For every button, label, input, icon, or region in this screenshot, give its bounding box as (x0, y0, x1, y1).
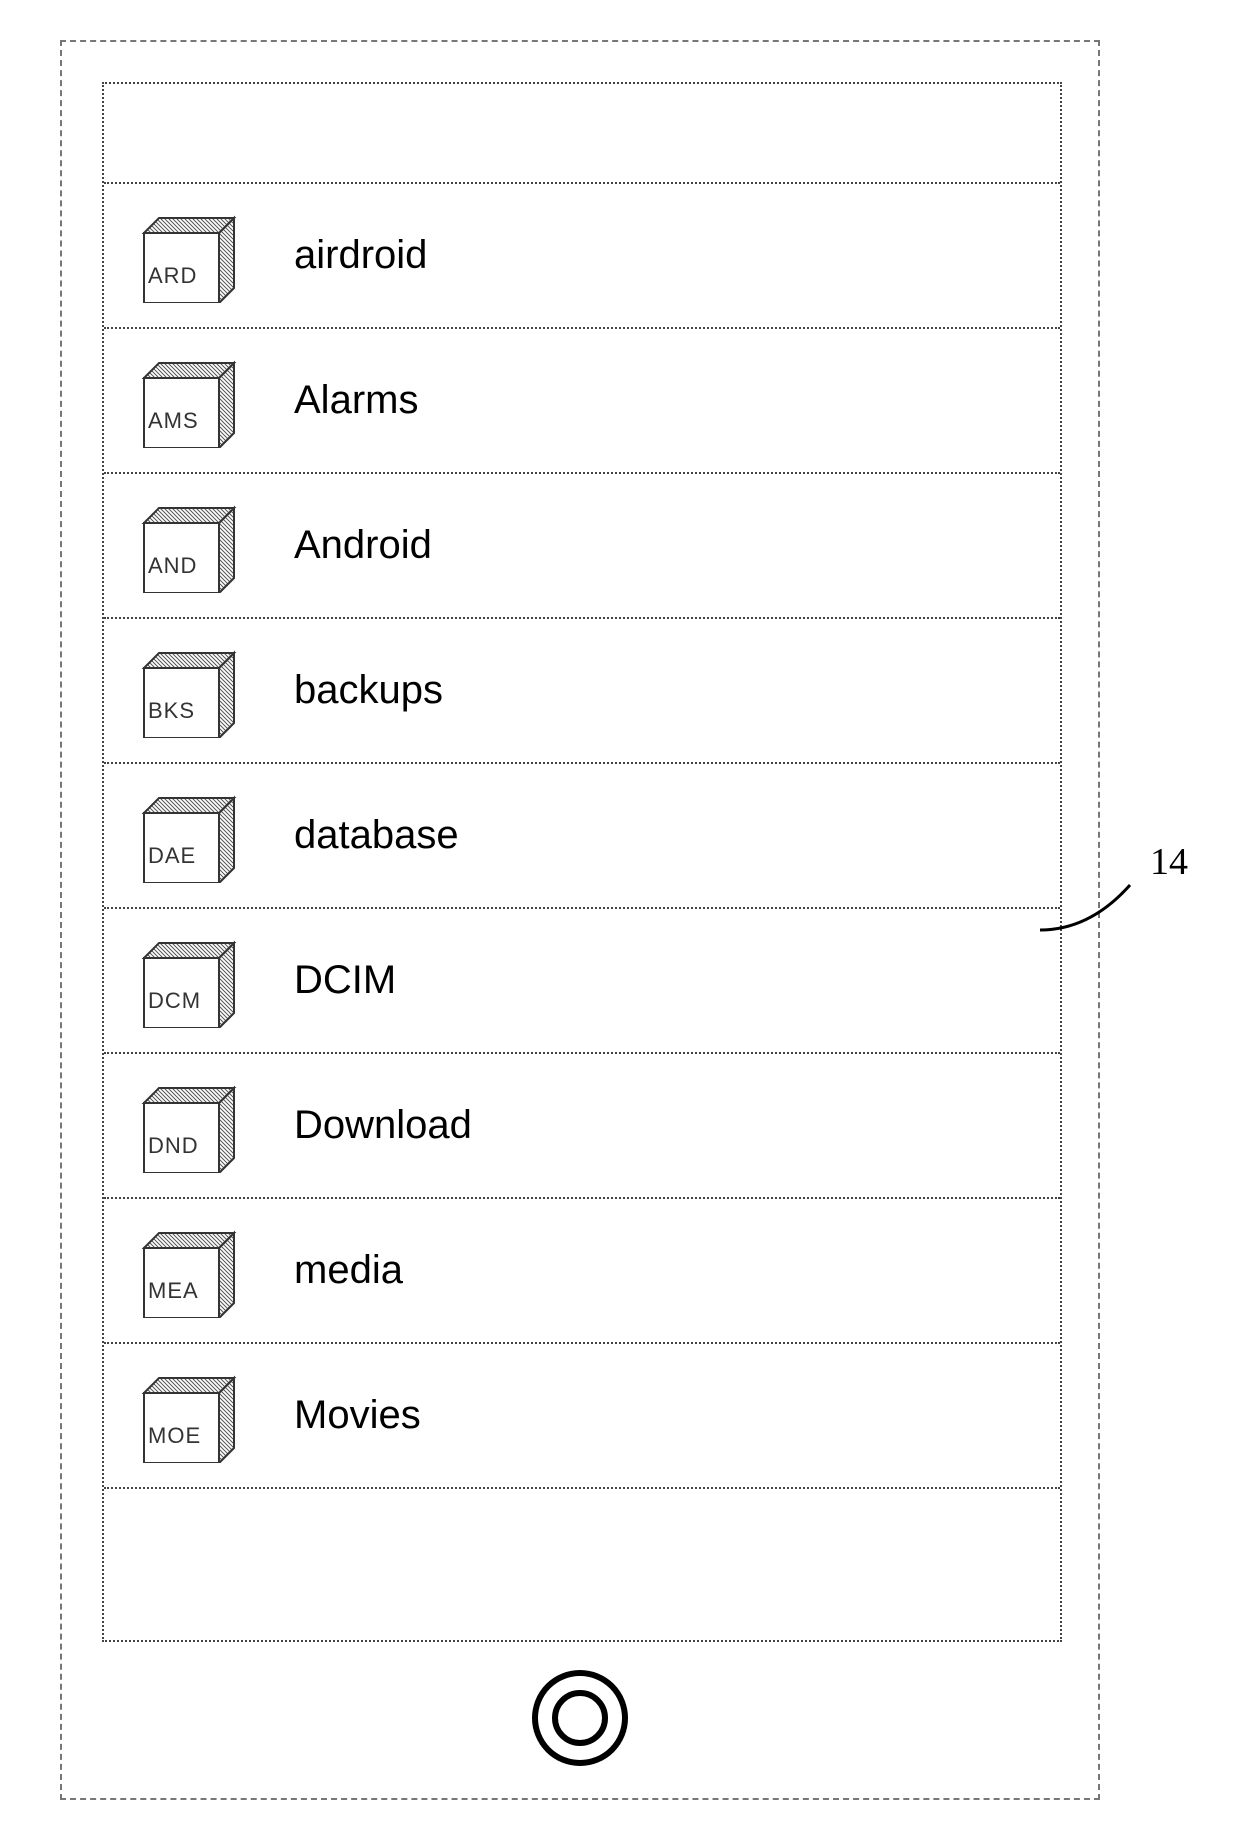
folder-label: Alarms (294, 378, 418, 423)
folder-code: BKS (148, 698, 195, 724)
folder-icon: DAE (134, 788, 254, 883)
home-button[interactable] (530, 1668, 630, 1768)
folder-label: database (294, 813, 459, 858)
folder-label: media (294, 1248, 403, 1293)
device-frame: ARD airdroid AMS Alarms AND Android (60, 40, 1100, 1800)
list-item[interactable]: BKS backups (104, 619, 1060, 764)
folder-icon: AND (134, 498, 254, 593)
folder-icon: ARD (134, 208, 254, 303)
folder-icon: MEA (134, 1223, 254, 1318)
folder-code: MOE (148, 1423, 201, 1449)
folder-list: ARD airdroid AMS Alarms AND Android (104, 184, 1060, 1640)
status-bar (104, 84, 1060, 184)
folder-icon: DCM (134, 933, 254, 1028)
screen-area: ARD airdroid AMS Alarms AND Android (102, 82, 1062, 1642)
folder-code: ARD (148, 263, 197, 289)
folder-label: airdroid (294, 233, 427, 278)
folder-icon: MOE (134, 1368, 254, 1463)
callout-label: 14 (1150, 840, 1188, 884)
folder-code: AMS (148, 408, 199, 434)
folder-code: MEA (148, 1278, 199, 1304)
folder-code: DAE (148, 843, 196, 869)
folder-label: Android (294, 523, 432, 568)
list-item[interactable]: MOE Movies (104, 1344, 1060, 1489)
list-item[interactable]: DND Download (104, 1054, 1060, 1199)
list-item[interactable]: DAE database (104, 764, 1060, 909)
list-item[interactable]: ARD airdroid (104, 184, 1060, 329)
folder-label: Movies (294, 1393, 421, 1438)
folder-label: DCIM (294, 958, 396, 1003)
folder-icon: BKS (134, 643, 254, 738)
folder-code: DND (148, 1133, 199, 1159)
folder-code: AND (148, 553, 197, 579)
folder-label: backups (294, 668, 443, 713)
list-item[interactable]: MEA media (104, 1199, 1060, 1344)
folder-code: DCM (148, 988, 201, 1014)
list-item[interactable]: AMS Alarms (104, 329, 1060, 474)
folder-icon: AMS (134, 353, 254, 448)
list-item[interactable]: DCM DCIM (104, 909, 1060, 1054)
folder-icon: DND (134, 1078, 254, 1173)
list-item[interactable]: AND Android (104, 474, 1060, 619)
folder-label: Download (294, 1103, 472, 1148)
